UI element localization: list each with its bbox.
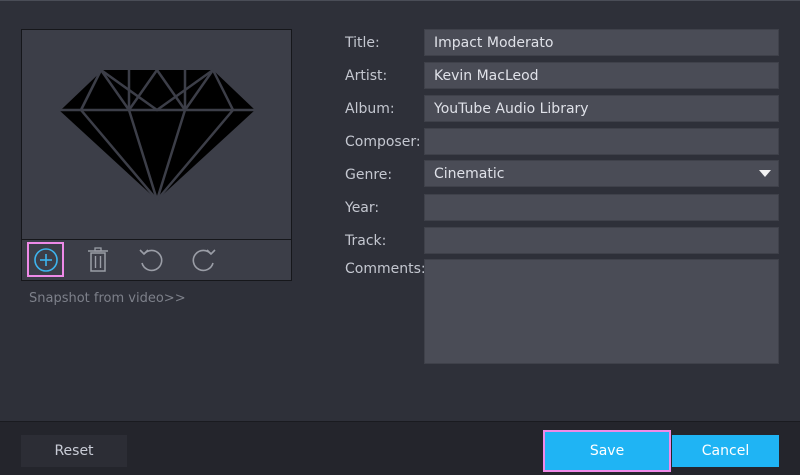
cancel-button[interactable]: Cancel xyxy=(672,435,779,467)
trash-icon xyxy=(88,247,108,272)
footer-bar: Reset Save Cancel xyxy=(0,421,800,475)
comments-label: Comments: xyxy=(345,261,426,277)
track-label: Track: xyxy=(345,233,387,249)
plus-circle-icon xyxy=(33,247,58,272)
artist-field[interactable] xyxy=(424,62,779,89)
title-label: Title: xyxy=(345,35,380,51)
reset-button[interactable]: Reset xyxy=(21,435,127,467)
comments-field[interactable] xyxy=(424,259,779,364)
top-divider xyxy=(0,0,800,1)
artwork-toolbar xyxy=(22,239,291,280)
composer-field[interactable] xyxy=(424,128,779,155)
year-label: Year: xyxy=(345,200,380,216)
snapshot-from-video-link[interactable]: Snapshot from video>> xyxy=(29,291,186,306)
rotate-right-icon xyxy=(192,249,216,272)
delete-artwork-button[interactable] xyxy=(80,244,116,276)
rotate-left-icon xyxy=(139,249,163,272)
save-button[interactable]: Save xyxy=(543,430,671,472)
add-artwork-button[interactable] xyxy=(27,242,64,277)
album-field[interactable] xyxy=(424,95,779,122)
rotate-left-button[interactable] xyxy=(133,244,169,276)
genre-label: Genre: xyxy=(345,167,393,183)
track-field[interactable] xyxy=(424,227,779,254)
year-field[interactable] xyxy=(424,194,779,221)
album-label: Album: xyxy=(345,101,395,117)
artist-label: Artist: xyxy=(345,68,388,84)
chevron-down-icon xyxy=(759,170,771,177)
composer-label: Composer: xyxy=(345,134,421,150)
genre-select[interactable]: Cinematic xyxy=(424,160,779,187)
rotate-right-button[interactable] xyxy=(186,244,222,276)
diamond-image xyxy=(58,68,255,202)
cover-art xyxy=(22,30,291,239)
title-field[interactable] xyxy=(424,29,779,56)
genre-value: Cinematic xyxy=(434,166,505,182)
artwork-panel xyxy=(21,29,292,281)
